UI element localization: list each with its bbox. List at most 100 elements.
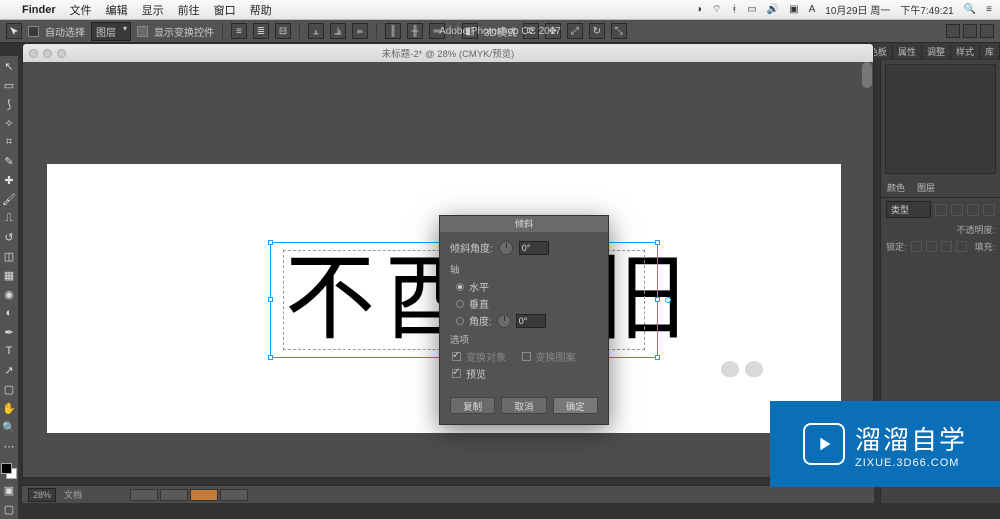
filter-icon[interactable]	[967, 204, 979, 216]
app-name[interactable]: Finder	[22, 4, 56, 16]
handle[interactable]	[268, 240, 273, 245]
filter-icon[interactable]	[951, 204, 963, 216]
frame[interactable]	[190, 489, 218, 501]
preview-checkbox[interactable]: 预览	[452, 366, 598, 381]
ws-btn[interactable]	[963, 24, 977, 38]
close-icon[interactable]	[29, 49, 38, 58]
3d-pan-icon[interactable]: ✥	[545, 23, 561, 39]
rtab[interactable]: 属性	[893, 43, 922, 59]
align-icon[interactable]: ≡	[231, 23, 247, 39]
history-tool-icon[interactable]: ↺	[1, 229, 17, 245]
filter-icon[interactable]	[983, 204, 995, 216]
align-icon[interactable]: ≣	[253, 23, 269, 39]
align-icon[interactable]: ⫡	[330, 23, 346, 39]
menu-go[interactable]: 前往	[178, 2, 200, 18]
handle[interactable]	[655, 240, 660, 245]
menu-help[interactable]: 帮助	[250, 2, 272, 18]
axis-angle-radio[interactable]: 角度:	[456, 313, 598, 328]
layer-filter-select[interactable]: 类型	[886, 201, 931, 218]
pen-tool-icon[interactable]: ✒	[1, 324, 17, 340]
align-icon[interactable]: ╫	[407, 23, 423, 39]
move-tool-icon[interactable]: ↖	[1, 58, 17, 74]
transform-object-checkbox[interactable]: 变换对象 变换图案	[452, 349, 598, 364]
auto-select-checkbox[interactable]	[28, 26, 39, 37]
doc-info[interactable]: 文档	[64, 488, 82, 501]
copy-button[interactable]: 复制	[450, 397, 495, 414]
lock-icon[interactable]	[941, 241, 952, 252]
align-icon[interactable]: ⫠	[308, 23, 324, 39]
zoom-tool-icon[interactable]: 🔍	[1, 419, 17, 435]
eyedrop-tool-icon[interactable]: ✎	[1, 153, 17, 169]
notif-icon[interactable]: ≡	[986, 4, 992, 15]
bt-icon[interactable]: ᚼ	[731, 4, 737, 15]
angle-input[interactable]	[519, 241, 549, 255]
3d-scale-icon[interactable]: ⤡	[611, 23, 627, 39]
more-tool-icon[interactable]: ⋯	[1, 438, 17, 454]
stamp-tool-icon[interactable]: ⎍	[1, 210, 17, 226]
heal-tool-icon[interactable]: ✚	[1, 172, 17, 188]
menu-window[interactable]: 窗口	[214, 2, 236, 18]
maximize-icon[interactable]	[57, 49, 66, 58]
zoom-field[interactable]: 28%	[28, 488, 56, 502]
align-icon[interactable]: ⫢	[352, 23, 368, 39]
cancel-button[interactable]: 取消	[501, 397, 546, 414]
3d-rot-icon[interactable]: ↻	[589, 23, 605, 39]
ime-icon[interactable]: A	[809, 4, 816, 15]
reference-point[interactable]	[665, 297, 671, 303]
menu-view[interactable]: 显示	[142, 2, 164, 18]
3d-orbit-icon[interactable]: ⟳	[523, 23, 539, 39]
frame[interactable]	[160, 489, 188, 501]
crop-tool-icon[interactable]: ⌗	[1, 134, 17, 150]
axis-horizontal-radio[interactable]: 水平	[456, 279, 598, 294]
airplay-icon[interactable]: ▣	[789, 4, 798, 15]
rtab[interactable]: 样式	[951, 43, 980, 59]
wand-tool-icon[interactable]: ✧	[1, 115, 17, 131]
3d-zoom-icon[interactable]: ⤢	[567, 23, 583, 39]
axis-angle-input[interactable]	[516, 314, 546, 328]
3d-icon[interactable]: ◧	[462, 23, 478, 39]
move-tool-icon[interactable]	[6, 23, 22, 39]
menubar-date[interactable]: 10月29日 周一	[825, 2, 890, 17]
menu-file[interactable]: 文件	[70, 2, 92, 18]
auto-select-target[interactable]: 图层	[91, 22, 131, 41]
handle[interactable]	[655, 297, 660, 302]
menu-edit[interactable]: 编辑	[106, 2, 128, 18]
brush-tool-icon[interactable]: 🖌	[1, 191, 17, 207]
color-swatches[interactable]	[1, 463, 17, 479]
filter-icon[interactable]	[935, 204, 947, 216]
spotlight-icon[interactable]: 🔍	[964, 4, 976, 15]
lasso-tool-icon[interactable]: ⟆	[1, 96, 17, 112]
align-icon[interactable]: ⊟	[275, 23, 291, 39]
quickmask-icon[interactable]: ▣	[1, 482, 17, 498]
minimize-icon[interactable]	[43, 49, 52, 58]
ws-btn[interactable]	[946, 24, 960, 38]
blur-tool-icon[interactable]: ◉	[1, 286, 17, 302]
screenmode-icon[interactable]: ▢	[1, 501, 17, 517]
type-tool-icon[interactable]: T	[1, 343, 17, 359]
show-transform-checkbox[interactable]	[137, 26, 148, 37]
gradient-tool-icon[interactable]: ▦	[1, 267, 17, 283]
battery-icon[interactable]: ▭	[747, 4, 756, 15]
handle[interactable]	[268, 355, 273, 360]
rtab[interactable]: 调整	[922, 43, 951, 59]
wifi-icon[interactable]: ⌔	[712, 3, 721, 16]
vol-icon[interactable]: 🔊	[767, 4, 779, 15]
shape-tool-icon[interactable]: ▢	[1, 381, 17, 397]
ok-button[interactable]: 确定	[553, 397, 598, 414]
tab[interactable]: 图层	[911, 178, 941, 197]
handle[interactable]	[268, 297, 273, 302]
align-icon[interactable]: ║	[385, 23, 401, 39]
ws-btn[interactable]	[980, 24, 994, 38]
scroll-thumb[interactable]	[862, 62, 872, 88]
handle[interactable]	[655, 355, 660, 360]
frame[interactable]	[130, 489, 158, 501]
lock-icon[interactable]	[926, 241, 937, 252]
fgcolor-swatch[interactable]	[1, 463, 12, 474]
lock-icon[interactable]	[956, 241, 967, 252]
status-icon[interactable]: ◑	[696, 4, 702, 15]
align-icon[interactable]: ═	[429, 23, 445, 39]
marquee-tool-icon[interactable]: ▭	[1, 77, 17, 93]
rtab[interactable]: 库	[980, 43, 1000, 59]
properties-panel[interactable]	[885, 64, 996, 174]
hand-tool-icon[interactable]: ✋	[1, 400, 17, 416]
